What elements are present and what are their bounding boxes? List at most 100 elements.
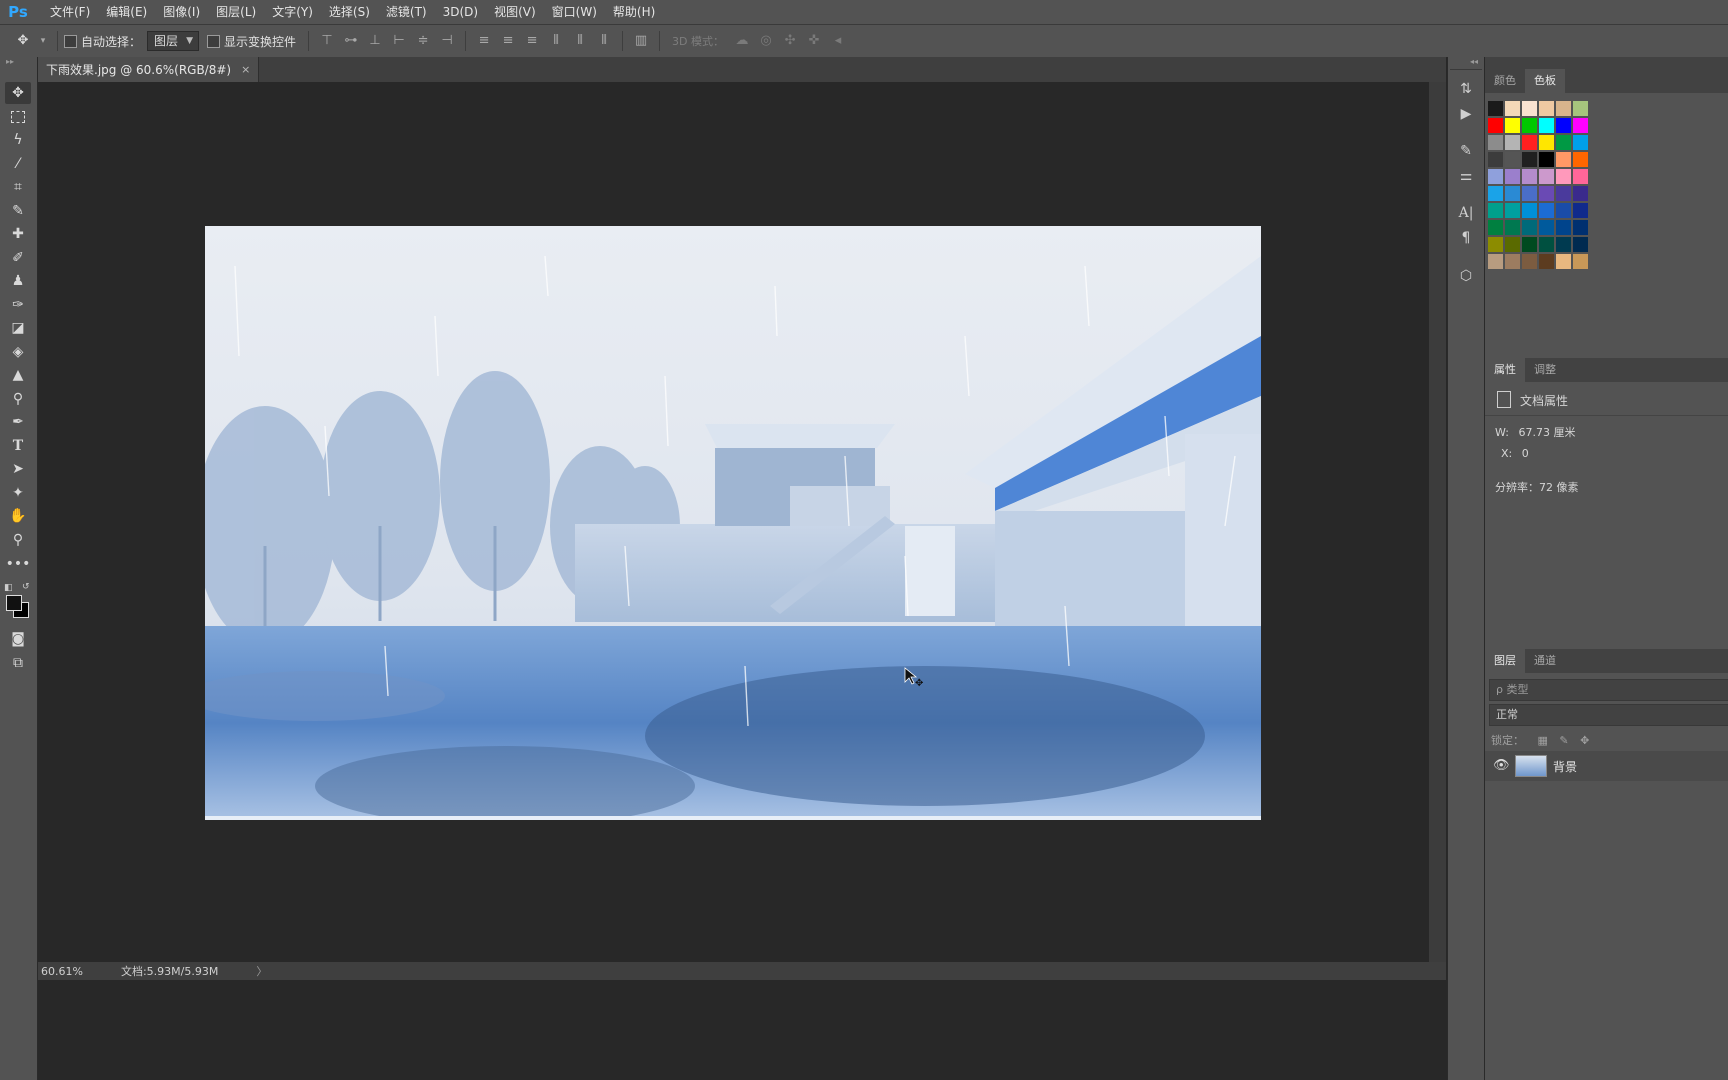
- color-swatch[interactable]: [1539, 237, 1554, 252]
- tab-properties[interactable]: 属性: [1485, 358, 1525, 382]
- slide-3d-icon[interactable]: ✜: [805, 32, 823, 50]
- align-vcenter-icon[interactable]: ⊶: [342, 32, 360, 50]
- color-swatch[interactable]: [1505, 169, 1520, 184]
- auto-select-dropdown[interactable]: 图层 ▼: [147, 31, 200, 51]
- zoom-level[interactable]: 60.61%: [41, 965, 83, 978]
- lasso-tool-icon[interactable]: ϟ: [5, 129, 31, 151]
- color-swatch[interactable]: [1539, 118, 1554, 133]
- distribute-bottom-icon[interactable]: ≡: [523, 32, 541, 50]
- history-panel-icon[interactable]: ⇅: [1456, 79, 1476, 99]
- align-right-icon[interactable]: ⊣: [438, 32, 456, 50]
- healing-brush-tool-icon[interactable]: ✚: [5, 223, 31, 245]
- crop-tool-icon[interactable]: ⌗: [5, 176, 31, 198]
- vertical-scrollbar[interactable]: [1429, 82, 1446, 962]
- color-swatch[interactable]: [1505, 220, 1520, 235]
- color-swatch[interactable]: [1556, 135, 1571, 150]
- zoom-tool-icon[interactable]: ⚲: [5, 529, 31, 551]
- menu-item[interactable]: 文件(F): [42, 0, 98, 24]
- color-swatch[interactable]: [1505, 152, 1520, 167]
- menu-item[interactable]: 图像(I): [155, 0, 208, 24]
- color-swatch[interactable]: [1573, 152, 1588, 167]
- distribute-right-icon[interactable]: ⫴: [595, 32, 613, 50]
- scale-3d-icon[interactable]: ◂: [829, 32, 847, 50]
- color-swatch[interactable]: [1488, 186, 1503, 201]
- default-colors-icon[interactable]: ◧: [4, 583, 13, 593]
- color-swatch[interactable]: [1488, 220, 1503, 235]
- color-swatch[interactable]: [1539, 186, 1554, 201]
- color-swatch[interactable]: [1539, 220, 1554, 235]
- color-swatch[interactable]: [1522, 220, 1537, 235]
- more-tools-icon[interactable]: •••: [5, 553, 31, 575]
- color-swatch[interactable]: [1522, 101, 1537, 116]
- color-swatch[interactable]: [1539, 152, 1554, 167]
- lock-position-icon[interactable]: ✥: [1580, 734, 1589, 747]
- custom-shape-tool-icon[interactable]: ✦: [5, 482, 31, 504]
- color-swatch[interactable]: [1556, 101, 1571, 116]
- menu-item[interactable]: 编辑(E): [98, 0, 155, 24]
- menu-item[interactable]: 窗口(W): [544, 0, 605, 24]
- color-swatch[interactable]: [1488, 254, 1503, 269]
- color-swatch[interactable]: [1522, 169, 1537, 184]
- lock-transparent-icon[interactable]: ▦: [1538, 734, 1548, 747]
- color-swatch[interactable]: [1539, 203, 1554, 218]
- color-swatch[interactable]: [1556, 118, 1571, 133]
- collapse-arrows-icon[interactable]: ◂◂: [1470, 57, 1478, 66]
- color-swatch[interactable]: [1556, 254, 1571, 269]
- rotate-3d-icon[interactable]: ☁: [733, 32, 751, 50]
- color-swatch[interactable]: [1573, 203, 1588, 218]
- history-brush-tool-icon[interactable]: ✑: [5, 294, 31, 316]
- auto-align-icon[interactable]: ▥: [632, 32, 650, 50]
- align-top-icon[interactable]: ⊤: [318, 32, 336, 50]
- color-swatch[interactable]: [1505, 135, 1520, 150]
- paragraph-panel-icon[interactable]: ¶: [1456, 228, 1476, 248]
- color-swatch[interactable]: [1522, 237, 1537, 252]
- path-selection-tool-icon[interactable]: ➤: [5, 458, 31, 480]
- status-menu-arrow-icon[interactable]: 〉: [256, 963, 267, 979]
- tab-swatches[interactable]: 色板: [1525, 69, 1565, 93]
- width-value[interactable]: 67.73 厘米: [1518, 426, 1575, 439]
- actions-play-icon[interactable]: ▶: [1456, 104, 1476, 124]
- clone-stamp-tool-icon[interactable]: ♟: [5, 270, 31, 292]
- color-swatch[interactable]: [1573, 254, 1588, 269]
- color-swatch[interactable]: [1556, 186, 1571, 201]
- brush-settings-icon[interactable]: ✎: [1456, 141, 1476, 161]
- color-swatch[interactable]: [1522, 186, 1537, 201]
- color-swatch[interactable]: [1522, 135, 1537, 150]
- color-swatch[interactable]: [1539, 169, 1554, 184]
- color-swatch[interactable]: [1539, 135, 1554, 150]
- menu-item[interactable]: 3D(D): [435, 0, 486, 24]
- align-bottom-icon[interactable]: ⊥: [366, 32, 384, 50]
- color-swatch[interactable]: [1505, 118, 1520, 133]
- color-swatch[interactable]: [1488, 152, 1503, 167]
- move-tool-icon[interactable]: ✥: [14, 32, 32, 50]
- tool-preset-chevron-icon[interactable]: ▾: [38, 32, 48, 50]
- color-swatch[interactable]: [1573, 169, 1588, 184]
- menu-item[interactable]: 滤镜(T): [378, 0, 435, 24]
- color-swatch[interactable]: [1522, 118, 1537, 133]
- color-swatch[interactable]: [1573, 135, 1588, 150]
- close-icon[interactable]: ×: [241, 63, 250, 76]
- collapse-arrows-icon[interactable]: ▸▸: [6, 57, 14, 66]
- dodge-tool-icon[interactable]: ⚲: [5, 388, 31, 410]
- lock-pixels-brush-icon[interactable]: ✎: [1559, 734, 1568, 747]
- hand-tool-icon[interactable]: ✋: [5, 505, 31, 527]
- pen-tool-icon[interactable]: ✒: [5, 411, 31, 433]
- menu-item[interactable]: 文字(Y): [264, 0, 321, 24]
- color-swatch[interactable]: [1522, 203, 1537, 218]
- adjustments-sliders-icon[interactable]: ⚌: [1456, 166, 1476, 186]
- color-swatch[interactable]: [1522, 152, 1537, 167]
- color-swatch[interactable]: [1539, 254, 1554, 269]
- distribute-vcenter-icon[interactable]: ≡: [499, 32, 517, 50]
- character-panel-icon[interactable]: A|: [1456, 203, 1476, 223]
- quick-mask-icon[interactable]: ◙: [5, 628, 31, 650]
- color-swatch[interactable]: [1556, 169, 1571, 184]
- menu-item[interactable]: 选择(S): [321, 0, 378, 24]
- 3d-panel-cube-icon[interactable]: ⬡: [1456, 266, 1476, 286]
- color-swatch[interactable]: [1573, 220, 1588, 235]
- color-swatch[interactable]: [1488, 237, 1503, 252]
- menu-item[interactable]: 帮助(H): [605, 0, 663, 24]
- screen-mode-icon[interactable]: ⧉: [5, 652, 31, 674]
- color-swatch[interactable]: [1573, 237, 1588, 252]
- eraser-tool-icon[interactable]: ◪: [5, 317, 31, 339]
- paint-bucket-tool-icon[interactable]: ◈: [5, 341, 31, 363]
